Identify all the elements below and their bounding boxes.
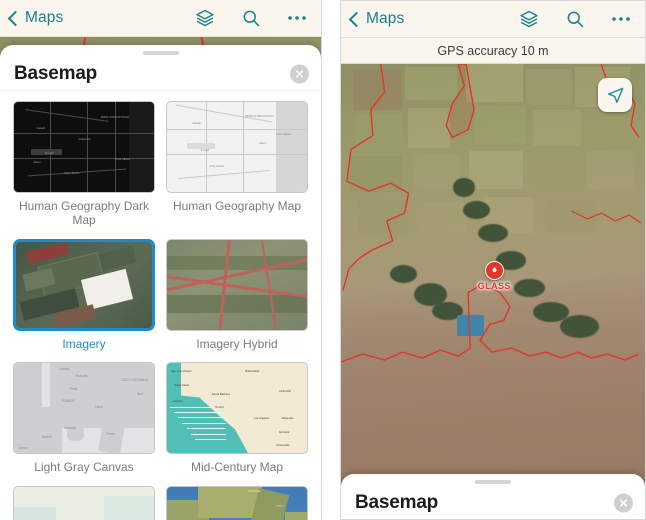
left-sheet-header: Basemap: [0, 55, 321, 93]
chevron-left-icon: [348, 11, 365, 27]
basemap-option[interactable]: San Luis Obispo Santa Maria Bakersfield Lom…: [166, 362, 308, 486]
basemap-option[interactable]: Imagery: [13, 238, 155, 363]
back-button-label: Maps: [366, 10, 405, 27]
back-button-maps[interactable]: Maps: [348, 10, 405, 28]
gps-accuracy-status: GPS accuracy 10 m: [341, 38, 645, 64]
basemap-thumbnail: [166, 238, 308, 331]
basemap-option[interactable]: NaresTamrinNareNavigation: [13, 486, 155, 520]
layers-icon[interactable]: [195, 8, 215, 28]
thumb-art-mid-century-map: San Luis Obispo Santa Maria Bakersfield Lom…: [167, 363, 307, 454]
thumb-art-imagery-hybrid: [167, 239, 307, 330]
basemap-thumbnail: [13, 238, 155, 331]
search-icon[interactable]: [565, 9, 585, 29]
left-phone-panel: Maps Basemap Hialeah MIAMI INTERNATIONAL…: [0, 0, 322, 520]
basemap-option-label: Imagery: [62, 336, 106, 351]
marker-pin-icon: [484, 260, 504, 280]
layers-icon[interactable]: [519, 9, 539, 29]
more-icon[interactable]: [611, 15, 631, 23]
map-marker-glass[interactable]: GLASS: [477, 260, 511, 291]
thumb-art-navigation: NaresTamrinNare: [14, 487, 154, 520]
basemap-thumbnail: FRANCESPAINITALY: [166, 486, 308, 520]
thumb-art-dark-map: Hialeah MIAMI INTERNATIONAL Kendall Hollywo…: [14, 102, 154, 192]
basemap-option-label: Human Geography Map: [172, 199, 302, 213]
basemap-option[interactable]: FRANCESPAINITALYNational Geographic Styl…: [166, 486, 308, 520]
basemap-thumbnail: NaresTamrinNare: [13, 486, 155, 520]
more-icon[interactable]: [287, 14, 307, 22]
thumb-art-national-geographic: FRANCESPAINITALY: [167, 487, 307, 520]
property-boundary-overlay: [341, 64, 642, 363]
chevron-left-icon: [7, 10, 24, 26]
back-button-label: Maps: [25, 9, 64, 26]
gps-accuracy-text: GPS accuracy 10 m: [437, 43, 549, 58]
basemap-option-label: Imagery Hybrid: [196, 336, 278, 351]
right-sheet-header: Basemap: [341, 484, 645, 519]
page-title: Basemap: [14, 63, 98, 84]
basemap-thumbnail: Hialeah MIAMI INTERNATIONAL Kendall Hollywo…: [13, 101, 155, 193]
thumb-art-imagery: [16, 241, 152, 328]
right-navbar-actions: [519, 9, 635, 29]
back-button-maps[interactable]: Maps: [7, 9, 64, 27]
current-location-button[interactable]: [598, 78, 632, 112]
basemap-option[interactable]: Hialeah MIAMI INTERNATIONAL Kendall Miami Co…: [166, 101, 308, 239]
search-icon[interactable]: [241, 8, 261, 28]
basemap-option-label: Light Gray Canvas: [34, 460, 134, 475]
right-map-canvas[interactable]: GLASS: [341, 64, 645, 519]
basemap-list-scroll[interactable]: Hialeah MIAMI INTERNATIONAL Kendall Hollywo…: [0, 90, 321, 520]
thumb-art-light-gray-canvas: London Brussels Paris FRANCE Milan Rome Madrid…: [14, 363, 154, 454]
basemap-option[interactable]: Hialeah MIAMI INTERNATIONAL Kendall Hollywo…: [13, 101, 155, 239]
page-title: Basemap: [355, 492, 439, 513]
basemap-thumbnail: Hialeah MIAMI INTERNATIONAL Kendall Miami Co…: [166, 101, 308, 193]
left-basemap-sheet: Basemap Hialeah MIAMI INTERNATIONAL Kendal…: [0, 45, 321, 520]
map-marker-label: GLASS: [477, 280, 511, 291]
right-navbar: Maps: [341, 1, 645, 38]
right-basemap-sheet[interactable]: Basemap: [341, 474, 645, 519]
basemap-option[interactable]: London Brussels Paris FRANCE Milan Rome Madrid…: [13, 362, 155, 486]
basemap-thumbnail: London Brussels Paris FRANCE Milan Rome Madrid…: [13, 362, 155, 455]
thumb-art-human-geography: Hialeah MIAMI INTERNATIONAL Kendall Miami Co…: [167, 102, 307, 192]
basemap-grid: Hialeah MIAMI INTERNATIONAL Kendall Hollywo…: [0, 91, 321, 520]
left-navbar: Maps: [0, 0, 321, 37]
left-navbar-actions: [195, 8, 311, 28]
close-icon[interactable]: [614, 493, 633, 513]
right-phone-panel: Maps GPS accuracy 10 m GLASS Basemap: [340, 0, 646, 520]
basemap-option[interactable]: Imagery Hybrid: [166, 238, 308, 363]
basemap-option-label: Human Geography Dark Map: [18, 199, 150, 227]
screenshot-root: Maps Basemap Hialeah MIAMI INTERNATIONAL…: [0, 0, 646, 520]
close-icon[interactable]: [290, 64, 309, 84]
basemap-option-label: Mid-Century Map: [190, 460, 284, 475]
basemap-thumbnail: San Luis Obispo Santa Maria Bakersfield Lom…: [166, 362, 308, 455]
